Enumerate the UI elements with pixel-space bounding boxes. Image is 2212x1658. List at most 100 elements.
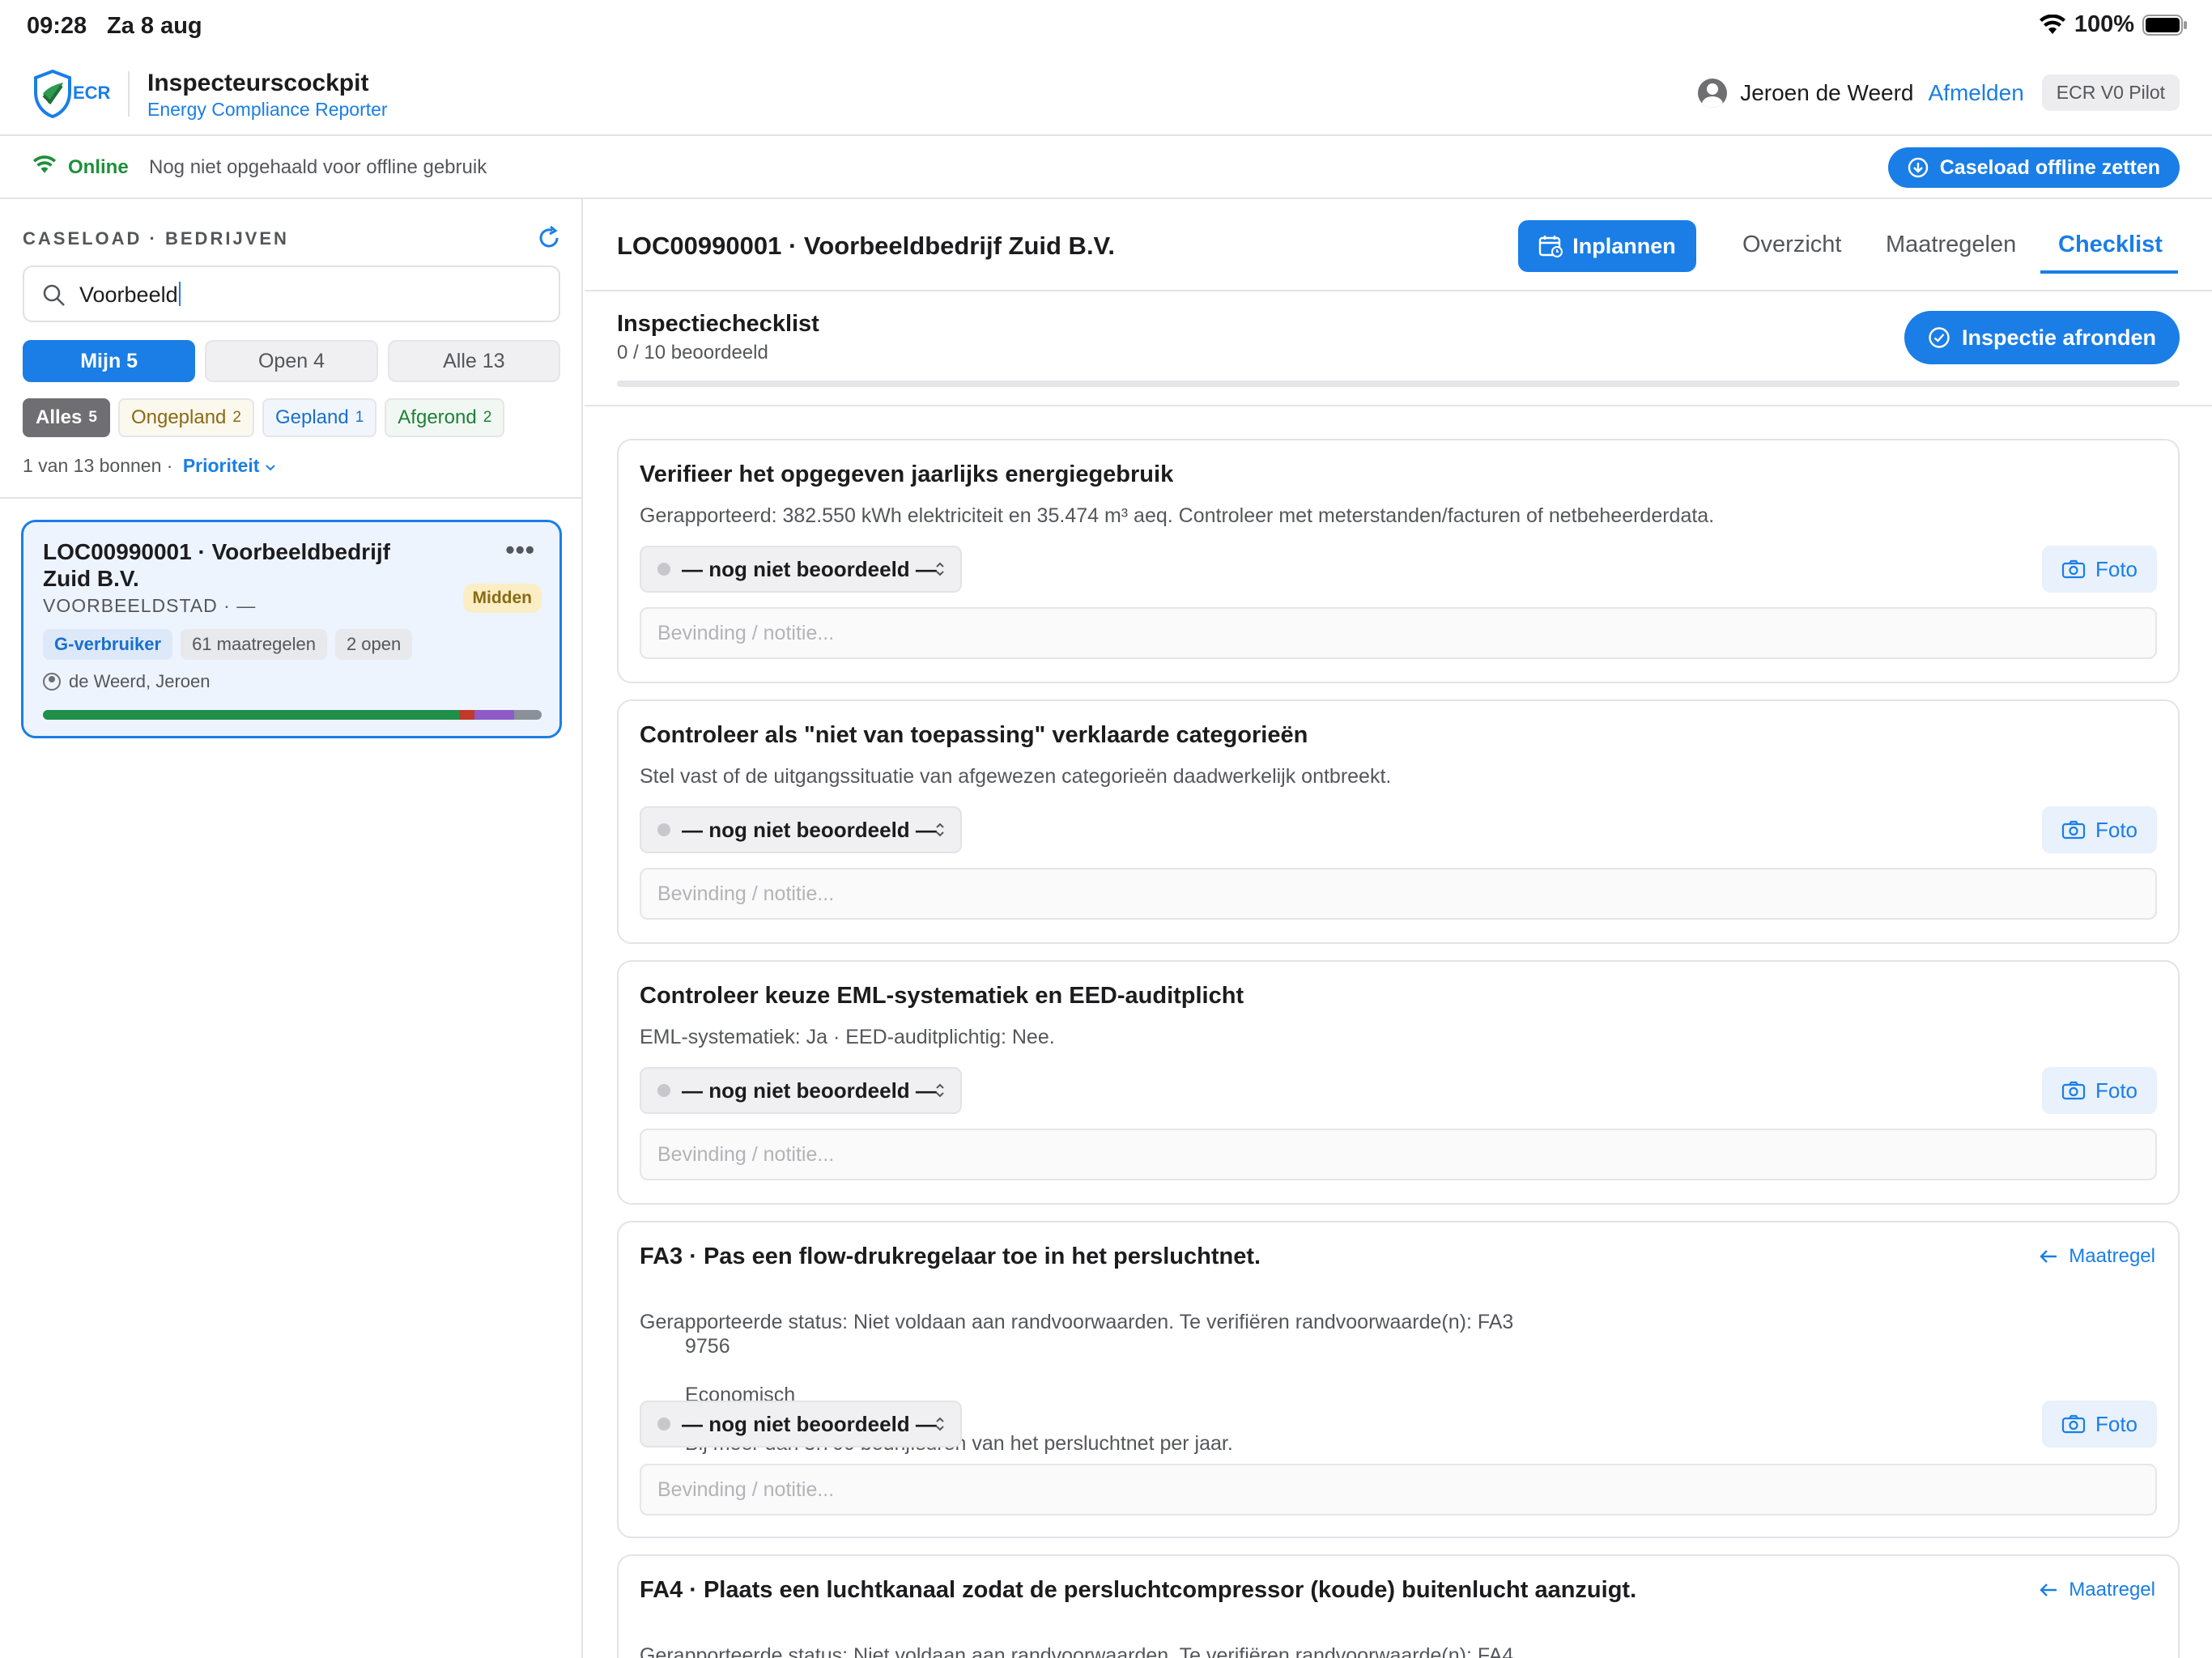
condition-code: 9756 bbox=[685, 1335, 730, 1358]
tab-checklist[interactable]: Checklist bbox=[2058, 232, 2163, 258]
wifi-icon bbox=[32, 155, 57, 173]
checklist-item: FA4 · Plaats een luchtkanaal zodat de pe… bbox=[617, 1554, 2180, 1658]
photo-button[interactable]: Foto bbox=[2042, 1067, 2157, 1114]
plan-button[interactable]: Inplannen bbox=[1518, 220, 1696, 272]
progress-segment bbox=[474, 710, 515, 720]
logo-text: ECR bbox=[73, 83, 111, 103]
filter-planned[interactable]: Gepland 1 bbox=[262, 398, 377, 437]
caseload-offline-label: Caseload offline zetten bbox=[1939, 155, 2160, 179]
segment-open[interactable]: Open 4 bbox=[205, 340, 378, 382]
status-time: 09:28 bbox=[27, 13, 87, 39]
assessment-select[interactable]: — nog niet beoordeeld — bbox=[640, 1401, 962, 1448]
search-input[interactable]: Voorbeeld bbox=[23, 266, 560, 322]
checklist-title: Inspectiechecklist bbox=[617, 311, 819, 337]
tag-measures: 61 maatregelen bbox=[181, 629, 327, 660]
active-tab-indicator bbox=[2040, 270, 2178, 274]
finish-inspection-button[interactable]: Inspectie afronden bbox=[1904, 311, 2180, 364]
camera-icon bbox=[2061, 1081, 2086, 1100]
online-status: Online bbox=[68, 156, 129, 178]
app-subtitle: Energy Compliance Reporter bbox=[147, 99, 388, 120]
finding-note-input[interactable]: Bevinding / notitie... bbox=[640, 868, 2157, 920]
progress-segment bbox=[514, 710, 542, 720]
tab-overview[interactable]: Overzicht bbox=[1742, 232, 1841, 258]
progress-segment bbox=[43, 710, 460, 720]
checklist-progress-bar bbox=[617, 380, 2180, 387]
status-filters: Alles 5 Ongepland 2 Gepland 1 Afgerond 2 bbox=[23, 398, 505, 437]
person-icon bbox=[43, 673, 61, 691]
header-divider bbox=[585, 290, 2212, 291]
tag-open: 2 open bbox=[334, 629, 413, 660]
user-box: Jeroen de Weerd Afmelden ECR V0 Pilot bbox=[1698, 74, 2180, 111]
status-bar: 09:28 Za 8 aug 100% bbox=[0, 0, 2212, 52]
checklist-item: Verifieer het opgegeven jaarlijks energi… bbox=[617, 439, 2180, 683]
sidebar-divider bbox=[0, 497, 581, 499]
tag-category: G-verbruiker bbox=[43, 629, 173, 660]
case-inspector: de Weerd, Jeroen bbox=[43, 671, 210, 692]
checklist-item-description: Gerapporteerde status: Niet voldaan aan … bbox=[640, 1311, 1514, 1455]
shield-check-icon bbox=[34, 70, 71, 118]
assessment-select[interactable]: — nog niet beoordeeld — bbox=[640, 806, 962, 853]
photo-button[interactable]: Foto bbox=[2042, 546, 2157, 593]
checklist-item-title: Verifieer het opgegeven jaarlijks energi… bbox=[640, 461, 1174, 487]
segment-mine[interactable]: Mijn 5 bbox=[23, 340, 196, 382]
search-icon bbox=[43, 284, 65, 306]
arrow-left-icon bbox=[2040, 1584, 2057, 1596]
sort-dropdown[interactable]: Prioriteit bbox=[183, 455, 276, 476]
more-icon[interactable]: ••• bbox=[505, 535, 535, 565]
battery-percent: 100% bbox=[2074, 11, 2134, 37]
case-location: VOORBEELDSTAD · — bbox=[43, 595, 257, 616]
segment-all[interactable]: Alle 13 bbox=[387, 340, 560, 382]
result-count: 1 van 13 bonnen · Prioriteit bbox=[23, 455, 276, 477]
finding-note-input[interactable]: Bevinding / notitie... bbox=[640, 1129, 2157, 1180]
checklist-progress-text: 0 / 10 beoordeeld bbox=[617, 342, 768, 363]
status-dot bbox=[657, 1084, 670, 1097]
checklist-item-title: Controleer als "niet van toepassing" ver… bbox=[640, 722, 1308, 748]
assessment-select[interactable]: — nog niet beoordeeld — bbox=[640, 1067, 962, 1114]
filter-done[interactable]: Afgerond 2 bbox=[385, 398, 505, 437]
checklist-item-title: FA4 · Plaats een luchtkanaal zodat de pe… bbox=[640, 1577, 1637, 1603]
measure-link[interactable]: Maatregel bbox=[2040, 1579, 2155, 1601]
checklist-item: Controleer als "niet van toepassing" ver… bbox=[617, 699, 2180, 944]
tab-measures[interactable]: Maatregelen bbox=[1886, 232, 2016, 258]
caseload-segments: Mijn 5 Open 4 Alle 13 bbox=[23, 340, 560, 382]
battery-icon bbox=[2142, 14, 2187, 36]
camera-icon bbox=[2061, 1414, 2086, 1434]
caseload-offline-button[interactable]: Caseload offline zetten bbox=[1887, 147, 2180, 188]
camera-icon bbox=[2061, 820, 2086, 840]
case-card[interactable]: LOC00990001 · Voorbeeldbedrijf Zuid B.V.… bbox=[21, 520, 562, 738]
app-header: ECR Inspecteurscockpit Energy Compliance… bbox=[0, 52, 2212, 136]
checklist-item-description: Gerapporteerd: 382.550 kWh elektriciteit… bbox=[640, 504, 1715, 527]
refresh-icon[interactable] bbox=[536, 225, 562, 251]
measure-link[interactable]: Maatregel bbox=[2040, 1245, 2155, 1268]
case-progress-bar bbox=[43, 710, 542, 720]
filter-all[interactable]: Alles 5 bbox=[23, 398, 110, 437]
assessment-select[interactable]: — nog niet beoordeeld — bbox=[640, 546, 962, 593]
filter-unplanned[interactable]: Ongepland 2 bbox=[117, 398, 254, 437]
offline-message: Nog niet opgehaald voor offline gebruik bbox=[149, 156, 487, 178]
updown-chevron-icon bbox=[936, 823, 944, 837]
checklist-item-title: FA3 · Pas een flow-drukregelaar toe in h… bbox=[640, 1244, 1261, 1269]
photo-button[interactable]: Foto bbox=[2042, 1401, 2157, 1448]
checklist-item-title: Controleer keuze EML-systematiek en EED-… bbox=[640, 983, 1244, 1009]
user-avatar-icon bbox=[1698, 78, 1728, 108]
logout-link[interactable]: Afmelden bbox=[1928, 80, 2023, 106]
checklist-item: FA3 · Pas een flow-drukregelaar toe in h… bbox=[617, 1221, 2180, 1538]
status-right: 100% bbox=[2039, 11, 2188, 38]
connection-bar: Online Nog niet opgehaald voor offline g… bbox=[0, 136, 2212, 199]
case-detail: LOC00990001 · Voorbeeldbedrijf Zuid B.V.… bbox=[585, 199, 2212, 1658]
checklist-divider bbox=[585, 405, 2212, 406]
checklist-item-description: Stel vast of de uitgangssituatie van afg… bbox=[640, 765, 1392, 788]
photo-button[interactable]: Foto bbox=[2042, 806, 2157, 853]
finding-note-input[interactable]: Bevinding / notitie... bbox=[640, 1464, 2157, 1516]
finish-inspection-label: Inspectie afronden bbox=[1961, 325, 2157, 350]
checklist-item-description: EML-systematiek: Ja · EED-auditplichtig:… bbox=[640, 1026, 1055, 1048]
chevron-down-icon bbox=[266, 465, 275, 471]
camera-icon bbox=[2061, 559, 2086, 579]
case-card-title: LOC00990001 · Voorbeeldbedrijf Zuid B.V. bbox=[43, 539, 390, 591]
updown-chevron-icon bbox=[936, 1083, 944, 1098]
finding-note-input[interactable]: Bevinding / notitie... bbox=[640, 607, 2157, 659]
progress-segment bbox=[459, 710, 474, 720]
wifi-icon bbox=[2039, 14, 2065, 34]
caseload-sidebar: CASELOAD · BEDRIJVEN Voorbeeld Mijn 5 Op… bbox=[0, 199, 583, 1658]
status-dot bbox=[657, 1418, 670, 1431]
